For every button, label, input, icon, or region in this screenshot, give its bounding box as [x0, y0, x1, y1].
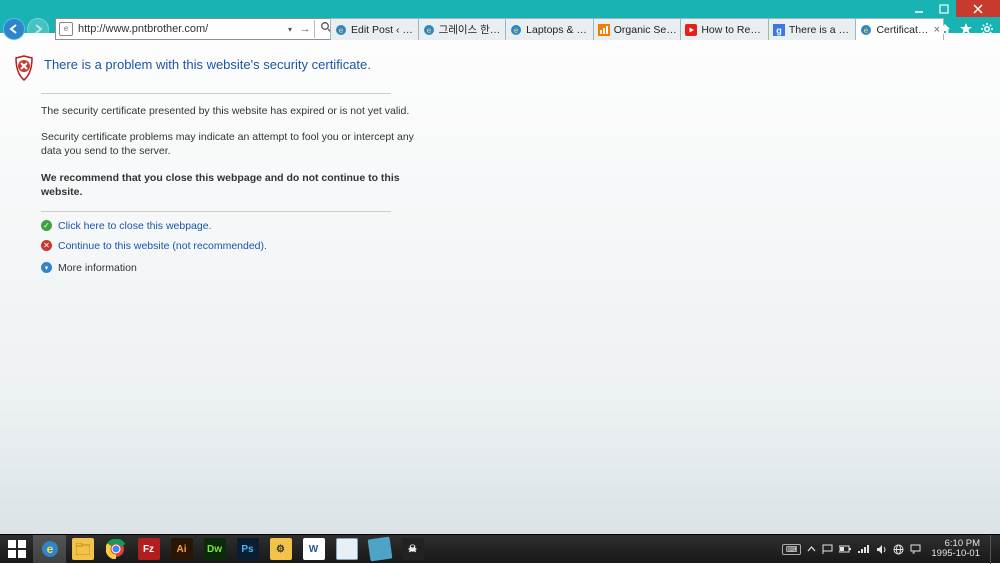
battery-icon[interactable] — [839, 545, 852, 554]
taskbar-explorer[interactable] — [66, 535, 99, 564]
tab-label: Certificate Erro... — [876, 24, 930, 36]
cert-expired-text: The security certificate presented by th… — [41, 104, 421, 118]
close-button[interactable] — [956, 0, 1000, 17]
gear-icon[interactable] — [979, 22, 994, 37]
taskbar-word[interactable]: W — [297, 535, 330, 564]
volume-icon[interactable] — [876, 544, 887, 555]
taskbar-dreamweaver[interactable]: Dw — [198, 535, 231, 564]
ie-icon: e — [334, 23, 348, 37]
url-dropdown-icon[interactable]: ▾ — [284, 25, 296, 34]
flag-icon[interactable] — [822, 544, 833, 555]
tab-google[interactable]: g There is a proble... — [768, 18, 857, 40]
tab-label: Edit Post ‹ P&T IT ... — [351, 24, 415, 36]
keyboard-icon[interactable]: ⌨ — [782, 544, 802, 555]
google-icon: g — [772, 23, 786, 37]
tab-label: There is a proble... — [789, 24, 853, 36]
svg-text:e: e — [339, 26, 344, 35]
continue-link[interactable]: Continue to this website (not recommende… — [58, 240, 267, 252]
page-content: There is a problem with this website's s… — [0, 40, 1000, 534]
ie-icon: e — [509, 23, 523, 37]
tab-label: Organic Search Tr... — [614, 24, 678, 36]
tab-label: 그레이스 한인교회 — [439, 22, 503, 37]
close-webpage-link[interactable]: Click here to close this webpage. — [58, 220, 212, 232]
tab-laptops[interactable]: e Laptops & Deskto... — [505, 18, 594, 40]
cert-recommend-text: We recommend that you close this webpage… — [41, 171, 421, 199]
system-tray: ⌨ 6:10 PM 1995-10-01 — [779, 535, 1000, 563]
shield-bad-icon: ✕ — [41, 240, 52, 251]
tab-grace-church[interactable]: e 그레이스 한인교회 — [418, 18, 507, 40]
minimize-button[interactable] — [906, 0, 931, 17]
taskbar-autoruns[interactable]: ⚙ — [264, 535, 297, 564]
svg-text:g: g — [776, 25, 782, 35]
continue-row: ✕ Continue to this website (not recommen… — [41, 240, 421, 252]
check-icon: ✓ — [41, 220, 52, 231]
tab-organic-search[interactable]: Organic Search Tr... — [593, 18, 682, 40]
tab-youtube[interactable]: How to Remove S... — [680, 18, 769, 40]
home-icon[interactable] — [937, 22, 952, 37]
svg-text:e: e — [46, 542, 53, 556]
svg-text:e: e — [864, 26, 869, 35]
cert-body: The security certificate presented by th… — [41, 104, 421, 274]
more-info-row: ▾ More information — [41, 262, 421, 274]
toolbar-right — [933, 18, 998, 40]
maximize-button[interactable] — [931, 0, 956, 17]
tab-label: Laptops & Deskto... — [526, 24, 590, 36]
page-icon: e — [59, 22, 73, 36]
forward-button[interactable] — [27, 18, 49, 40]
taskbar-photoshop[interactable]: Ps — [231, 535, 264, 564]
shield-error-icon — [13, 55, 35, 81]
cert-heading-row: There is a problem with this website's s… — [13, 50, 1000, 81]
url-input[interactable] — [76, 20, 284, 38]
taskbar-chrome[interactable] — [99, 535, 132, 564]
taskbar-illustrator[interactable]: Ai — [165, 535, 198, 564]
go-button[interactable]: → — [296, 23, 314, 35]
action-center-icon[interactable] — [910, 544, 921, 555]
taskbar-apps: e Fz Ai Dw Ps ⚙ W ☠ — [33, 535, 429, 563]
taskbar: e Fz Ai Dw Ps ⚙ W ☠ ⌨ 6:10 PM 1995-10-01 — [0, 534, 1000, 563]
cert-warning-text: Security certificate problems may indica… — [41, 130, 421, 158]
analytics-icon — [597, 23, 611, 37]
cert-heading: There is a problem with this website's s… — [44, 55, 371, 72]
divider — [41, 211, 391, 212]
start-button[interactable] — [0, 535, 33, 563]
tab-cert-error[interactable]: e Certificate Erro... × — [855, 18, 944, 40]
clock[interactable]: 6:10 PM 1995-10-01 — [927, 539, 984, 559]
wifi-icon[interactable] — [858, 544, 870, 554]
tab-label: How to Remove S... — [701, 24, 765, 36]
taskbar-notepad[interactable] — [330, 535, 363, 564]
tab-edit-post[interactable]: e Edit Post ‹ P&T IT ... — [330, 18, 419, 40]
chevron-down-icon[interactable]: ▾ — [41, 262, 52, 273]
back-button[interactable] — [3, 18, 25, 40]
window-controls — [906, 0, 1000, 17]
window-chrome: e ▾ → ▾ e Edit Post ‹ P&T IT ... e 그레이스 … — [0, 0, 1000, 33]
youtube-icon — [684, 23, 698, 37]
address-bar: e ▾ → ▾ — [3, 18, 350, 40]
tab-strip: e Edit Post ‹ P&T IT ... e 그레이스 한인교회 e L… — [330, 18, 943, 40]
tray-up-icon[interactable] — [807, 545, 816, 554]
taskbar-skull[interactable]: ☠ — [396, 535, 429, 564]
ie-icon: e — [859, 23, 873, 37]
star-icon[interactable] — [958, 22, 973, 37]
taskbar-ie[interactable]: e — [33, 535, 66, 564]
network-icon[interactable] — [893, 544, 904, 555]
taskbar-filezilla[interactable]: Fz — [132, 535, 165, 564]
show-desktop-button[interactable] — [990, 535, 997, 564]
url-field-wrapper: e ▾ → ▾ — [55, 18, 350, 40]
clock-date: 1995-10-01 — [931, 549, 980, 559]
taskbar-sticky[interactable] — [363, 535, 396, 564]
ie-icon: e — [422, 23, 436, 37]
more-info-link[interactable]: More information — [58, 262, 137, 274]
svg-text:e: e — [514, 26, 519, 35]
divider — [41, 93, 391, 94]
close-webpage-row: ✓ Click here to close this webpage. — [41, 220, 421, 232]
svg-text:e: e — [426, 26, 431, 35]
